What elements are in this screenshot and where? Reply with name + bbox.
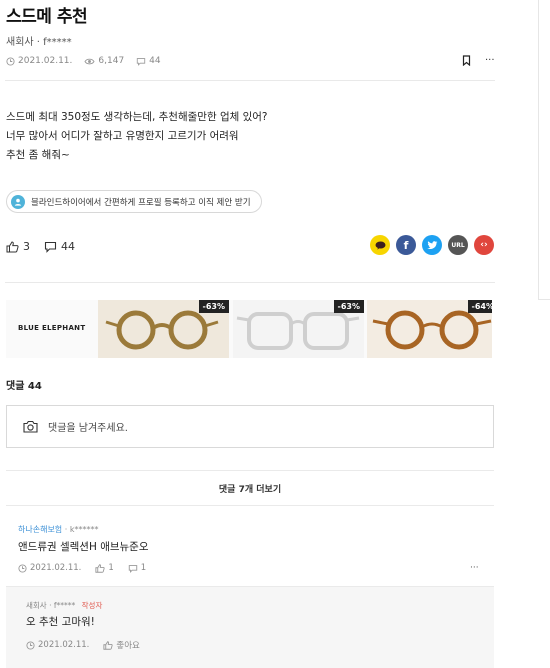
comment-text: 앤드류권 셀렉션H 애브뉴준오 (18, 541, 149, 553)
comment-author[interactable]: 하나손해보험 · k****** (18, 524, 98, 535)
bookmark-icon[interactable] (462, 55, 471, 66)
author-badge: 작성자 (81, 601, 103, 610)
post-views: 6,147 (84, 56, 124, 66)
discount-badge: -64% (467, 300, 492, 313)
reply-meta: 2021.02.11. 좋아요 (26, 639, 140, 651)
comment-user: k****** (69, 525, 99, 534)
reply-company: 새회사 (26, 601, 47, 610)
reply-like-button[interactable]: 좋아요 (103, 639, 140, 651)
sidebar-divider (538, 0, 550, 300)
post-actions: ··· (462, 55, 495, 66)
discount-badge: -63% (198, 300, 229, 313)
clock-icon (6, 56, 15, 66)
profile-icon (11, 194, 25, 209)
hire-promo-chip[interactable]: 블라인드하이어에서 간편하게 프로필 등록하고 이직 제안 받기 (6, 190, 262, 213)
post-comment-count: 44 (136, 56, 161, 66)
glasses-icon (105, 310, 219, 350)
post-author[interactable]: 새회사 · f***** (6, 33, 72, 48)
kakao-share-icon[interactable] (370, 235, 390, 255)
clock-icon (18, 563, 27, 573)
more-comments-button[interactable]: 댓글 7개 더보기 (6, 470, 494, 506)
glasses-icon (236, 312, 360, 350)
post-date: 2021.02.11. (6, 56, 72, 66)
post-body-line: 스드메 최대 350정도 생각하는데, 추천해줄만한 업체 있어? (6, 111, 268, 123)
comment-reply-button[interactable]: 1 (128, 563, 146, 573)
facebook-share-icon[interactable]: f (396, 235, 416, 255)
reply-date: 2021.02.11. (26, 640, 89, 650)
post-page: 스드메 추천 새회사 · f***** 2021.02.11. 6,147 44… (0, 0, 550, 668)
clock-icon (26, 640, 35, 650)
comment-like-button[interactable]: 1 (95, 563, 114, 573)
ad-product-3[interactable]: -64% (367, 300, 492, 358)
comment-input[interactable]: 댓글을 남겨주세요. (6, 405, 494, 448)
comments-title: 댓글 44 (6, 381, 42, 392)
url-share-icon[interactable]: URL (448, 235, 468, 255)
comment-item: 하나손해보험 · k****** 앤드류권 셀렉션H 애브뉴준오 2021.02… (6, 506, 494, 586)
discount-badge: -63% (333, 300, 364, 313)
comment-icon (128, 564, 138, 573)
thumbs-up-icon (103, 640, 113, 650)
comment-meta: 2021.02.11. 1 1 (18, 563, 146, 573)
comment-icon (44, 241, 57, 253)
share-bar: f URL ‹› (370, 235, 494, 255)
more-options-icon[interactable]: ··· (485, 55, 495, 66)
comment-button[interactable]: 44 (44, 240, 75, 253)
ad-product-2[interactable]: -63% (233, 300, 364, 358)
comment-count: 44 (61, 240, 75, 253)
thumbs-up-icon (95, 563, 105, 573)
eye-icon (84, 58, 95, 64)
camera-icon[interactable] (23, 420, 38, 433)
post-body-line: 추천 좀 해줘~ (6, 149, 70, 161)
reply-text: 오 추천 고마워! (26, 616, 95, 628)
comment-icon (137, 57, 146, 66)
ad-product-1[interactable]: -63% (98, 300, 229, 358)
comment-company: 하나손해보험 (18, 525, 63, 534)
comment-date: 2021.02.11. (18, 563, 81, 573)
post-meta: 2021.02.11. 6,147 44 (6, 56, 161, 66)
hire-promo-label: 블라인드하이어에서 간편하게 프로필 등록하고 이직 제안 받기 (31, 197, 251, 208)
post-reactions: 3 44 (6, 240, 75, 253)
thumbs-up-icon (6, 240, 19, 252)
glasses-icon (372, 310, 492, 350)
like-button[interactable]: 3 (6, 240, 30, 253)
divider (5, 80, 495, 81)
ad-banner[interactable]: BLUE ELEPHANT -63% -63% -64% (6, 300, 492, 358)
reply-author[interactable]: 새회사 · f***** 작성자 (26, 600, 102, 611)
post-title: 스드메 추천 (6, 7, 88, 27)
comment-placeholder: 댓글을 남겨주세요. (48, 423, 128, 434)
post-body-line: 너무 많아서 어디가 잘하고 유명한지 고르기가 어려워 (6, 130, 239, 142)
like-count: 3 (23, 240, 30, 253)
reply-item: 새회사 · f***** 작성자 오 추천 고마워! 2021.02.11. 좋… (6, 586, 494, 668)
ad-brand: BLUE ELEPHANT (18, 324, 86, 332)
more-options-icon[interactable]: ··· (470, 563, 479, 573)
twitter-share-icon[interactable] (422, 235, 442, 255)
post-body: 스드메 최대 350정도 생각하는데, 추천해줄만한 업체 있어? 너무 많아서… (6, 108, 268, 165)
reply-user: f***** (53, 601, 76, 610)
divider (5, 282, 495, 283)
embed-share-icon[interactable]: ‹› (474, 235, 494, 255)
